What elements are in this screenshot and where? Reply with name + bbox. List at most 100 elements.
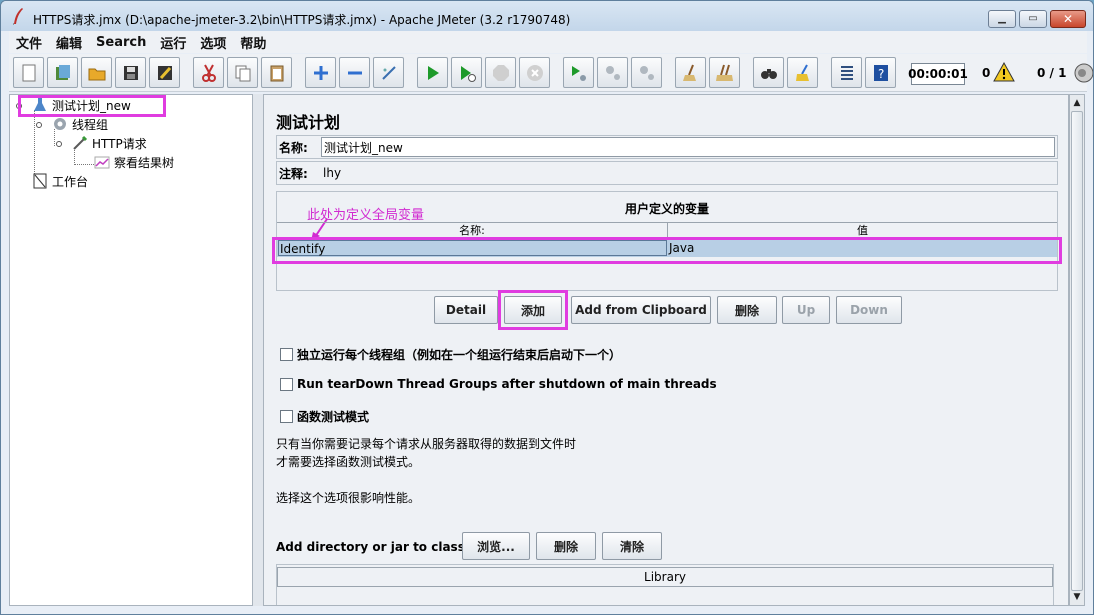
independent-label: 独立运行每个线程组（例如在一个组运行结束后启动下一个） (297, 348, 622, 362)
copy-icon (235, 65, 250, 81)
tree-item-label: 察看结果树 (114, 155, 175, 170)
copy-button[interactable] (227, 57, 258, 88)
cut-button[interactable] (193, 57, 224, 88)
binoculars-icon (760, 68, 777, 79)
clear-all-button[interactable] (709, 57, 740, 88)
new-button[interactable] (13, 57, 44, 88)
independent-checkbox[interactable] (280, 348, 293, 361)
tree-item-view-results-tree[interactable]: 察看结果树 (94, 153, 174, 171)
paste-clipboard-icon (270, 65, 283, 81)
remote-start-icon (571, 65, 586, 81)
remote-shutdown-button[interactable] (631, 57, 662, 88)
scissors-icon (201, 64, 216, 82)
remote-status-icon (1074, 63, 1093, 83)
save-as-button[interactable] (149, 57, 180, 88)
svg-text:?: ? (878, 67, 884, 81)
tree-selection-highlight (18, 95, 166, 117)
tree-item-label: 工作台 (52, 174, 89, 189)
play-icon (427, 65, 439, 80)
remote-stop-button[interactable] (597, 57, 628, 88)
broom-icon (682, 64, 696, 81)
reset-search-button[interactable] (787, 57, 818, 88)
templates-button[interactable] (47, 57, 78, 88)
broom-all-icon (715, 64, 733, 81)
menu-file[interactable]: 文件 (9, 33, 49, 52)
comment-label: 注释: (279, 166, 308, 181)
toggle-button[interactable] (373, 57, 404, 88)
start-button[interactable] (417, 57, 448, 88)
independent-thread-groups-option[interactable]: 独立运行每个线程组（例如在一个组运行结束后启动下一个） (280, 346, 621, 363)
stop-button[interactable] (485, 57, 516, 88)
library-column-header[interactable]: Library (277, 567, 1053, 587)
functional-mode-label: 函数测试模式 (297, 410, 370, 424)
functional-mode-checkbox[interactable] (280, 410, 293, 423)
remote-stop-icon (605, 65, 620, 80)
collapse-all-button[interactable] (339, 57, 370, 88)
scroll-down-arrow-icon[interactable]: ▼ (1070, 590, 1084, 604)
warning-icon[interactable] (993, 62, 1015, 82)
stop-sign-icon (492, 64, 509, 81)
minimize-button[interactable]: ▁ (988, 10, 1016, 28)
comment-field[interactable]: lhy (321, 163, 1057, 183)
scroll-up-arrow-icon[interactable]: ▲ (1070, 96, 1084, 110)
teardown-option[interactable]: Run tearDown Thread Groups after shutdow… (280, 377, 717, 391)
teardown-checkbox[interactable] (280, 377, 293, 391)
tree-item-label: 线程组 (72, 117, 109, 132)
functional-mode-option[interactable]: 函数测试模式 (280, 408, 369, 425)
paste-button[interactable] (261, 57, 292, 88)
menu-options[interactable]: 选项 (193, 33, 233, 52)
function-helper-button[interactable] (831, 57, 862, 88)
open-button[interactable] (81, 57, 112, 88)
functional-note-line-1: 只有当你需要记录每个请求从服务器取得的数据到文件时 (276, 437, 577, 451)
save-button[interactable] (115, 57, 146, 88)
tree-item-http-request[interactable]: HTTP请求 (72, 134, 147, 152)
search-button[interactable] (753, 57, 784, 88)
menu-run[interactable]: 运行 (153, 33, 193, 52)
start-no-pause-button[interactable] (451, 57, 482, 88)
classpath-delete-button[interactable]: 删除 (536, 532, 596, 560)
up-button[interactable]: Up (782, 296, 830, 324)
name-field[interactable]: 测试计划_new (321, 137, 1055, 157)
tree-item-thread-group[interactable]: 线程组 (52, 115, 108, 133)
shutdown-button[interactable] (519, 57, 550, 88)
classpath-clear-button[interactable]: 清除 (602, 532, 662, 560)
elapsed-timer: 00:00:01 (908, 63, 968, 85)
split-pane-divider[interactable] (253, 94, 263, 606)
delete-button[interactable]: 删除 (717, 296, 777, 324)
menu-edit[interactable]: 编辑 (49, 33, 89, 52)
add-button-highlight (498, 290, 568, 330)
open-folder-icon (88, 68, 105, 80)
templates-icon (55, 64, 70, 80)
expand-all-button[interactable] (305, 57, 336, 88)
scroll-thumb[interactable] (1071, 111, 1083, 591)
menu-help[interactable]: 帮助 (233, 33, 273, 52)
name-row: 名称: 测试计划_new (276, 135, 1058, 159)
vertical-scrollbar[interactable]: ▲ ▼ (1069, 94, 1085, 606)
clear-button[interactable] (675, 57, 706, 88)
library-table: Library (276, 564, 1054, 605)
close-button[interactable]: ✕ (1050, 10, 1086, 28)
sampler-pipette-icon (73, 135, 88, 150)
help-button[interactable]: ? (865, 57, 896, 88)
new-file-icon (22, 64, 35, 81)
title-bar: HTTPS请求.jmx (D:\apache-jmeter-3.2\bin\HT… (1, 1, 1093, 31)
functional-note-line-2: 才需要选择函数测试模式。 (276, 455, 421, 469)
table-header: 名称: 值 (277, 222, 1057, 239)
down-button[interactable]: Down (836, 296, 902, 324)
menu-search[interactable]: Search (89, 35, 153, 50)
add-from-clipboard-button[interactable]: Add from Clipboard (571, 296, 711, 324)
tree-item-label: HTTP请求 (92, 136, 147, 151)
tree-item-workbench[interactable]: 工作台 (32, 172, 88, 190)
help-book-icon: ? (873, 64, 888, 81)
teardown-label: Run tearDown Thread Groups after shutdow… (297, 377, 717, 391)
detail-button[interactable]: Detail (434, 296, 498, 324)
plus-icon (313, 65, 328, 80)
remote-start-button[interactable] (563, 57, 594, 88)
browse-button[interactable]: 浏览... (462, 532, 530, 560)
maximize-button[interactable]: ▭ (1019, 10, 1047, 28)
jmeter-window: HTTPS请求.jmx (D:\apache-jmeter-3.2\bin\HT… (0, 0, 1094, 615)
active-threads-count: 0 / 1 (1037, 66, 1067, 80)
comment-row: 注释: lhy (276, 161, 1058, 185)
remote-shutdown-icon (639, 65, 654, 80)
reset-broom-icon (795, 64, 809, 81)
